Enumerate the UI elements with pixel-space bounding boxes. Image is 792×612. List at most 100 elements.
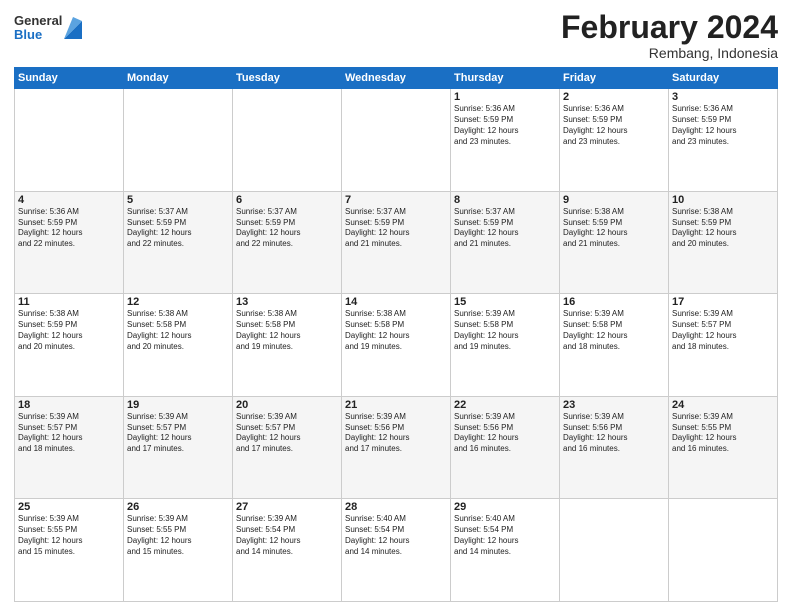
day-number: 19 — [127, 399, 229, 411]
day-number: 11 — [18, 296, 120, 308]
table-row: 19Sunrise: 5:39 AM Sunset: 5:57 PM Dayli… — [124, 396, 233, 499]
day-info: Sunrise: 5:36 AM Sunset: 5:59 PM Dayligh… — [672, 104, 774, 147]
day-info: Sunrise: 5:38 AM Sunset: 5:59 PM Dayligh… — [18, 309, 120, 352]
table-row: 23Sunrise: 5:39 AM Sunset: 5:56 PM Dayli… — [560, 396, 669, 499]
day-info: Sunrise: 5:37 AM Sunset: 5:59 PM Dayligh… — [345, 207, 447, 250]
day-number: 26 — [127, 501, 229, 513]
day-info: Sunrise: 5:39 AM Sunset: 5:58 PM Dayligh… — [563, 309, 665, 352]
day-number: 24 — [672, 399, 774, 411]
page: General Blue February 2024 Rembang, Indo… — [0, 0, 792, 612]
col-friday: Friday — [560, 68, 669, 89]
table-row: 6Sunrise: 5:37 AM Sunset: 5:59 PM Daylig… — [233, 191, 342, 294]
table-row: 4Sunrise: 5:36 AM Sunset: 5:59 PM Daylig… — [15, 191, 124, 294]
calendar-table: Sunday Monday Tuesday Wednesday Thursday… — [14, 67, 778, 602]
day-info: Sunrise: 5:39 AM Sunset: 5:57 PM Dayligh… — [672, 309, 774, 352]
header: General Blue February 2024 Rembang, Indo… — [14, 10, 778, 61]
table-row: 22Sunrise: 5:39 AM Sunset: 5:56 PM Dayli… — [451, 396, 560, 499]
table-row: 15Sunrise: 5:39 AM Sunset: 5:58 PM Dayli… — [451, 294, 560, 397]
col-sunday: Sunday — [15, 68, 124, 89]
day-info: Sunrise: 5:39 AM Sunset: 5:56 PM Dayligh… — [563, 412, 665, 455]
logo-blue: Blue — [14, 28, 62, 42]
table-row: 28Sunrise: 5:40 AM Sunset: 5:54 PM Dayli… — [342, 499, 451, 602]
table-row: 3Sunrise: 5:36 AM Sunset: 5:59 PM Daylig… — [669, 89, 778, 192]
day-info: Sunrise: 5:38 AM Sunset: 5:58 PM Dayligh… — [345, 309, 447, 352]
day-info: Sunrise: 5:39 AM Sunset: 5:57 PM Dayligh… — [236, 412, 338, 455]
day-info: Sunrise: 5:39 AM Sunset: 5:55 PM Dayligh… — [127, 514, 229, 557]
col-tuesday: Tuesday — [233, 68, 342, 89]
day-info: Sunrise: 5:38 AM Sunset: 5:58 PM Dayligh… — [236, 309, 338, 352]
table-row: 13Sunrise: 5:38 AM Sunset: 5:58 PM Dayli… — [233, 294, 342, 397]
table-row: 8Sunrise: 5:37 AM Sunset: 5:59 PM Daylig… — [451, 191, 560, 294]
day-info: Sunrise: 5:37 AM Sunset: 5:59 PM Dayligh… — [236, 207, 338, 250]
day-info: Sunrise: 5:39 AM Sunset: 5:55 PM Dayligh… — [672, 412, 774, 455]
logo: General Blue — [14, 14, 82, 43]
day-info: Sunrise: 5:39 AM Sunset: 5:56 PM Dayligh… — [454, 412, 556, 455]
day-number: 22 — [454, 399, 556, 411]
location: Rembang, Indonesia — [561, 45, 778, 61]
day-number: 3 — [672, 91, 774, 103]
day-info: Sunrise: 5:38 AM Sunset: 5:58 PM Dayligh… — [127, 309, 229, 352]
table-row — [669, 499, 778, 602]
day-number: 6 — [236, 194, 338, 206]
day-number: 25 — [18, 501, 120, 513]
table-row: 16Sunrise: 5:39 AM Sunset: 5:58 PM Dayli… — [560, 294, 669, 397]
title-area: February 2024 Rembang, Indonesia — [561, 10, 778, 61]
day-info: Sunrise: 5:40 AM Sunset: 5:54 PM Dayligh… — [454, 514, 556, 557]
table-row — [233, 89, 342, 192]
day-info: Sunrise: 5:36 AM Sunset: 5:59 PM Dayligh… — [563, 104, 665, 147]
table-row — [342, 89, 451, 192]
day-info: Sunrise: 5:39 AM Sunset: 5:57 PM Dayligh… — [18, 412, 120, 455]
table-row: 18Sunrise: 5:39 AM Sunset: 5:57 PM Dayli… — [15, 396, 124, 499]
table-row: 17Sunrise: 5:39 AM Sunset: 5:57 PM Dayli… — [669, 294, 778, 397]
day-number: 18 — [18, 399, 120, 411]
col-saturday: Saturday — [669, 68, 778, 89]
day-info: Sunrise: 5:39 AM Sunset: 5:54 PM Dayligh… — [236, 514, 338, 557]
table-row: 11Sunrise: 5:38 AM Sunset: 5:59 PM Dayli… — [15, 294, 124, 397]
day-number: 8 — [454, 194, 556, 206]
table-row: 29Sunrise: 5:40 AM Sunset: 5:54 PM Dayli… — [451, 499, 560, 602]
day-info: Sunrise: 5:37 AM Sunset: 5:59 PM Dayligh… — [454, 207, 556, 250]
day-info: Sunrise: 5:38 AM Sunset: 5:59 PM Dayligh… — [672, 207, 774, 250]
calendar-header-row: Sunday Monday Tuesday Wednesday Thursday… — [15, 68, 778, 89]
day-number: 28 — [345, 501, 447, 513]
table-row: 9Sunrise: 5:38 AM Sunset: 5:59 PM Daylig… — [560, 191, 669, 294]
day-info: Sunrise: 5:39 AM Sunset: 5:55 PM Dayligh… — [18, 514, 120, 557]
table-row: 5Sunrise: 5:37 AM Sunset: 5:59 PM Daylig… — [124, 191, 233, 294]
day-number: 23 — [563, 399, 665, 411]
day-number: 1 — [454, 91, 556, 103]
day-number: 12 — [127, 296, 229, 308]
day-number: 20 — [236, 399, 338, 411]
day-info: Sunrise: 5:39 AM Sunset: 5:57 PM Dayligh… — [127, 412, 229, 455]
table-row: 20Sunrise: 5:39 AM Sunset: 5:57 PM Dayli… — [233, 396, 342, 499]
day-info: Sunrise: 5:40 AM Sunset: 5:54 PM Dayligh… — [345, 514, 447, 557]
calendar-week-2: 11Sunrise: 5:38 AM Sunset: 5:59 PM Dayli… — [15, 294, 778, 397]
day-number: 21 — [345, 399, 447, 411]
logo-general: General — [14, 14, 62, 28]
col-wednesday: Wednesday — [342, 68, 451, 89]
table-row: 24Sunrise: 5:39 AM Sunset: 5:55 PM Dayli… — [669, 396, 778, 499]
day-info: Sunrise: 5:37 AM Sunset: 5:59 PM Dayligh… — [127, 207, 229, 250]
logo-icon — [64, 17, 82, 39]
day-number: 5 — [127, 194, 229, 206]
table-row: 27Sunrise: 5:39 AM Sunset: 5:54 PM Dayli… — [233, 499, 342, 602]
table-row: 1Sunrise: 5:36 AM Sunset: 5:59 PM Daylig… — [451, 89, 560, 192]
calendar-week-1: 4Sunrise: 5:36 AM Sunset: 5:59 PM Daylig… — [15, 191, 778, 294]
table-row — [124, 89, 233, 192]
table-row: 2Sunrise: 5:36 AM Sunset: 5:59 PM Daylig… — [560, 89, 669, 192]
table-row: 7Sunrise: 5:37 AM Sunset: 5:59 PM Daylig… — [342, 191, 451, 294]
day-info: Sunrise: 5:39 AM Sunset: 5:56 PM Dayligh… — [345, 412, 447, 455]
day-number: 4 — [18, 194, 120, 206]
day-number: 10 — [672, 194, 774, 206]
table-row: 26Sunrise: 5:39 AM Sunset: 5:55 PM Dayli… — [124, 499, 233, 602]
table-row: 21Sunrise: 5:39 AM Sunset: 5:56 PM Dayli… — [342, 396, 451, 499]
col-monday: Monday — [124, 68, 233, 89]
day-info: Sunrise: 5:36 AM Sunset: 5:59 PM Dayligh… — [454, 104, 556, 147]
day-number: 2 — [563, 91, 665, 103]
day-number: 9 — [563, 194, 665, 206]
day-number: 29 — [454, 501, 556, 513]
logo-text: General Blue — [14, 14, 62, 43]
day-number: 17 — [672, 296, 774, 308]
day-number: 15 — [454, 296, 556, 308]
table-row: 12Sunrise: 5:38 AM Sunset: 5:58 PM Dayli… — [124, 294, 233, 397]
table-row — [560, 499, 669, 602]
